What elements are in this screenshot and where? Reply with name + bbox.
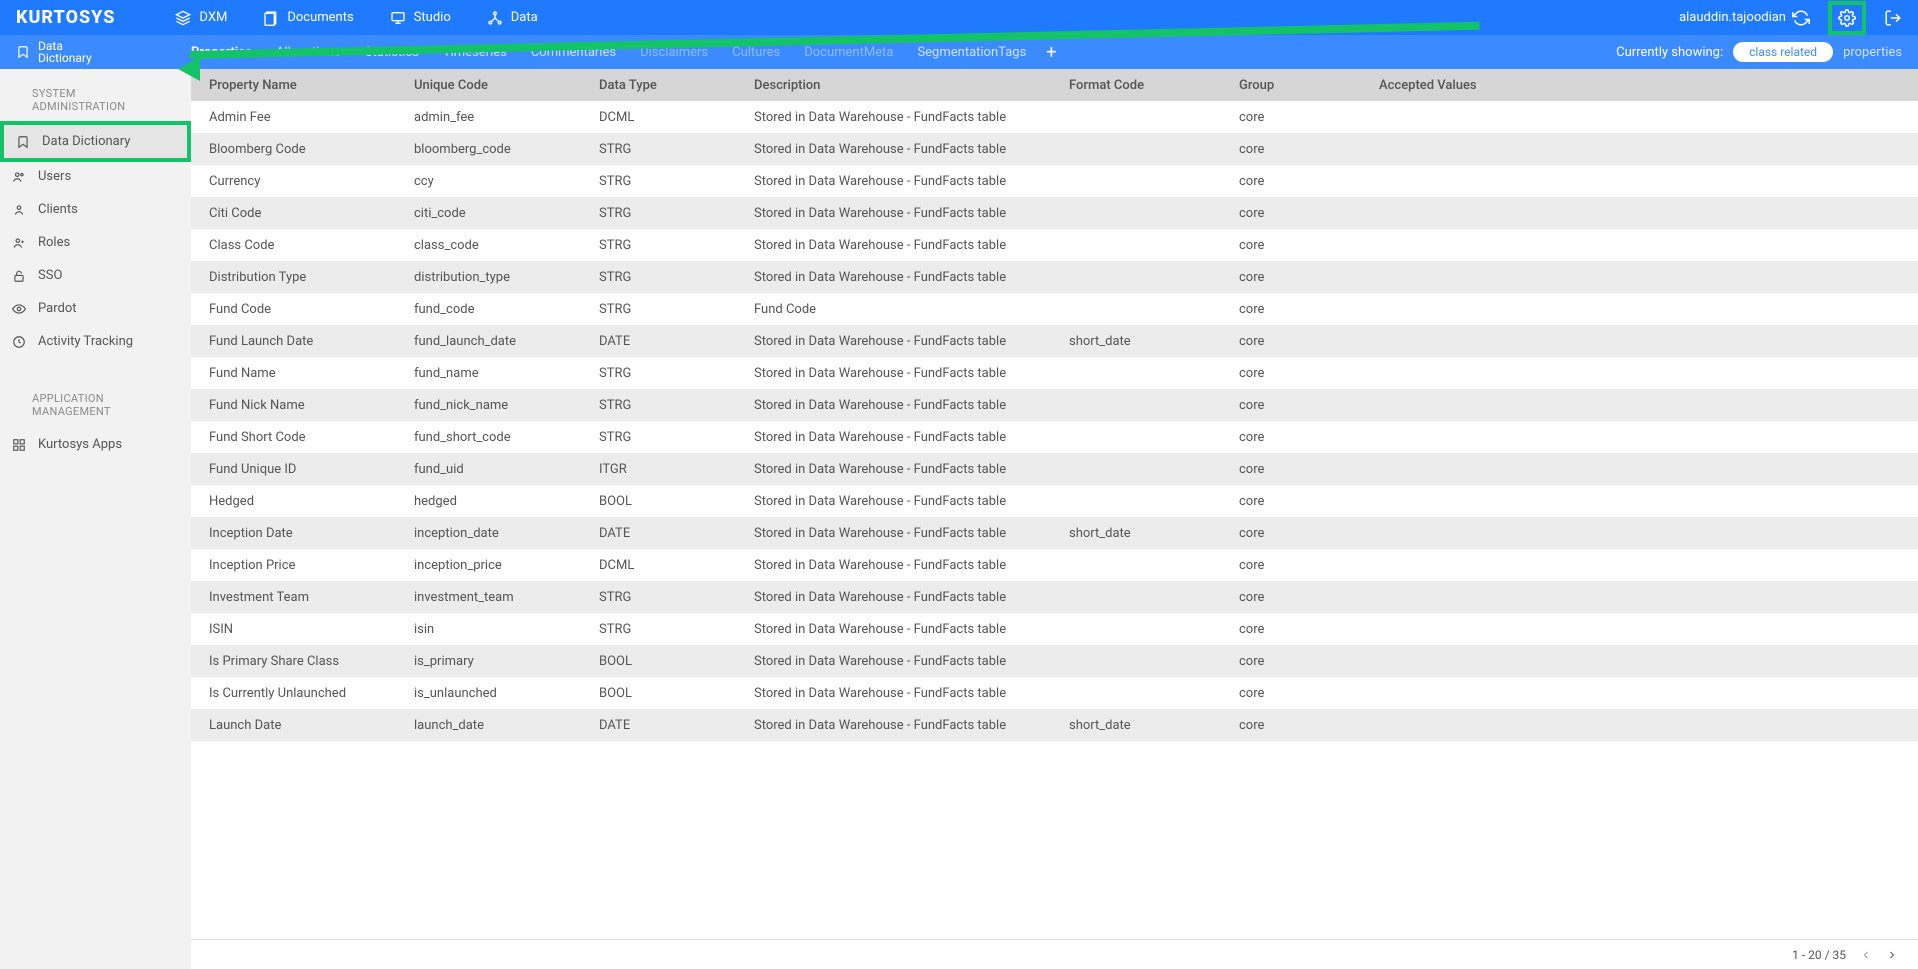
tab-properties[interactable]: Properties: [191, 45, 252, 60]
subheader: Data Dictionary Properties Allocations Sta…: [0, 35, 1918, 69]
table-row[interactable]: Fund Launch Datefund_launch_dateDATEStor…: [191, 325, 1918, 357]
table-row[interactable]: ISINisinSTRGStored in Data Warehouse - F…: [191, 613, 1918, 645]
sidebar-item-activity-tracking[interactable]: Activity Tracking: [0, 325, 191, 358]
table-row[interactable]: Fund Unique IDfund_uidITGRStored in Data…: [191, 453, 1918, 485]
page-prev-icon[interactable]: [1860, 949, 1872, 961]
sidebar: SYSTEM ADMINISTRATION Data DictionaryUse…: [0, 69, 191, 969]
topnav-dxm[interactable]: DXM: [175, 10, 227, 26]
table-row[interactable]: Fund Nick Namefund_nick_nameSTRGStored i…: [191, 389, 1918, 421]
sidebar-section-1: SYSTEM ADMINISTRATION: [0, 81, 191, 123]
sidebar-item-clients[interactable]: Clients: [0, 193, 191, 226]
topnav-studio[interactable]: Studio: [390, 10, 451, 26]
showing-label: Currently showing:: [1616, 45, 1723, 60]
col-accepted-values[interactable]: Accepted Values: [1371, 78, 1918, 93]
table-row[interactable]: Is Primary Share Classis_primaryBOOLStor…: [191, 645, 1918, 677]
table-row[interactable]: Admin Feeadmin_feeDCMLStored in Data War…: [191, 101, 1918, 133]
col-group[interactable]: Group: [1231, 78, 1371, 93]
brand-logo: KURTOSYS: [16, 7, 115, 28]
user-name: alauddin.tajoodian: [1679, 10, 1786, 25]
col-unique-code[interactable]: Unique Code: [406, 78, 591, 93]
col-format-code[interactable]: Format Code: [1061, 78, 1231, 93]
table-body: Admin Feeadmin_feeDCMLStored in Data War…: [191, 101, 1918, 939]
tab-segmentationtags[interactable]: SegmentationTags: [917, 45, 1026, 60]
subheader-title: Data Dictionary: [38, 40, 92, 64]
pagination-range: 1 - 20 / 35: [1792, 948, 1846, 962]
table-row[interactable]: Fund Namefund_nameSTRGStored in Data War…: [191, 357, 1918, 389]
logout-icon[interactable]: [1884, 9, 1902, 27]
sidebar-section-2: APPLICATION MANAGEMENT: [0, 386, 191, 428]
table-row[interactable]: Bloomberg Codebloomberg_codeSTRGStored i…: [191, 133, 1918, 165]
table-row[interactable]: HedgedhedgedBOOLStored in Data Warehouse…: [191, 485, 1918, 517]
top-right: alauddin.tajoodian: [1679, 1, 1902, 35]
table-row[interactable]: Is Currently Unlaunchedis_unlaunchedBOOL…: [191, 677, 1918, 709]
sidebar-item-roles[interactable]: Roles: [0, 226, 191, 259]
page-next-icon[interactable]: [1886, 949, 1898, 961]
table-header-row: Property Name Unique Code Data Type Desc…: [191, 69, 1918, 101]
subheader-title-area: Data Dictionary: [16, 40, 191, 64]
topnav-data[interactable]: Data: [487, 10, 538, 26]
tab-disclaimers[interactable]: Disclaimers: [640, 45, 708, 60]
col-property-name[interactable]: Property Name: [191, 78, 406, 93]
table-row[interactable]: Class Codeclass_codeSTRGStored in Data W…: [191, 229, 1918, 261]
topnav-documents[interactable]: Documents: [263, 10, 353, 26]
table-row[interactable]: Fund Short Codefund_short_codeSTRGStored…: [191, 421, 1918, 453]
tab-cultures[interactable]: Cultures: [732, 45, 780, 60]
table-row[interactable]: CurrencyccySTRGStored in Data Warehouse …: [191, 165, 1918, 197]
table-row[interactable]: Investment Teaminvestment_teamSTRGStored…: [191, 581, 1918, 613]
content-area: SYSTEM ADMINISTRATION Data DictionaryUse…: [0, 69, 1918, 969]
sidebar-item-users[interactable]: Users: [0, 160, 191, 193]
table-row[interactable]: Inception Dateinception_dateDATEStored i…: [191, 517, 1918, 549]
top-nav: DXM Documents Studio Data: [175, 10, 1679, 26]
topbar: KURTOSYS DXM Documents Studio Data alauddin…: [0, 0, 1918, 35]
tab-commentaries[interactable]: Commentaries: [531, 45, 616, 60]
add-tab-button[interactable]: +: [1046, 42, 1056, 63]
tab-allocations[interactable]: Allocations: [276, 45, 341, 60]
sidebar-item-data-dictionary[interactable]: Data Dictionary: [0, 121, 191, 162]
tab-documentmeta[interactable]: DocumentMeta: [804, 45, 893, 60]
table-area: Property Name Unique Code Data Type Desc…: [191, 69, 1918, 969]
col-description[interactable]: Description: [746, 78, 1061, 93]
sidebar-item-sso[interactable]: SSO: [0, 259, 191, 292]
tab-statistics[interactable]: Statistics: [365, 45, 419, 60]
filter-pill[interactable]: class related: [1733, 42, 1833, 62]
subheader-filter: Currently showing: class related propert…: [1616, 42, 1902, 62]
subheader-tabs: Properties Allocations Statistics Timeserie…: [191, 45, 1026, 60]
table-footer: 1 - 20 / 35: [191, 939, 1918, 969]
sidebar-item-pardot[interactable]: Pardot: [0, 292, 191, 325]
table-row[interactable]: Fund Codefund_codeSTRGFund Codecore: [191, 293, 1918, 325]
table-row[interactable]: Launch Datelaunch_dateDATEStored in Data…: [191, 709, 1918, 741]
gear-icon[interactable]: [1838, 9, 1856, 27]
user-menu[interactable]: alauddin.tajoodian: [1679, 9, 1810, 27]
col-data-type[interactable]: Data Type: [591, 78, 746, 93]
table-row[interactable]: Distribution Typedistribution_typeSTRGSt…: [191, 261, 1918, 293]
settings-highlight-box: [1828, 1, 1866, 35]
filter-suffix: properties: [1843, 45, 1902, 60]
bookmark-icon: [16, 45, 30, 59]
table-row[interactable]: Citi Codeciti_codeSTRGStored in Data War…: [191, 197, 1918, 229]
sidebar-item-kurtosys-apps[interactable]: Kurtosys Apps: [0, 428, 191, 461]
refresh-icon: [1792, 9, 1810, 27]
tab-timeseries[interactable]: Timeseries: [443, 45, 507, 60]
table-row[interactable]: Inception Priceinception_priceDCMLStored…: [191, 549, 1918, 581]
